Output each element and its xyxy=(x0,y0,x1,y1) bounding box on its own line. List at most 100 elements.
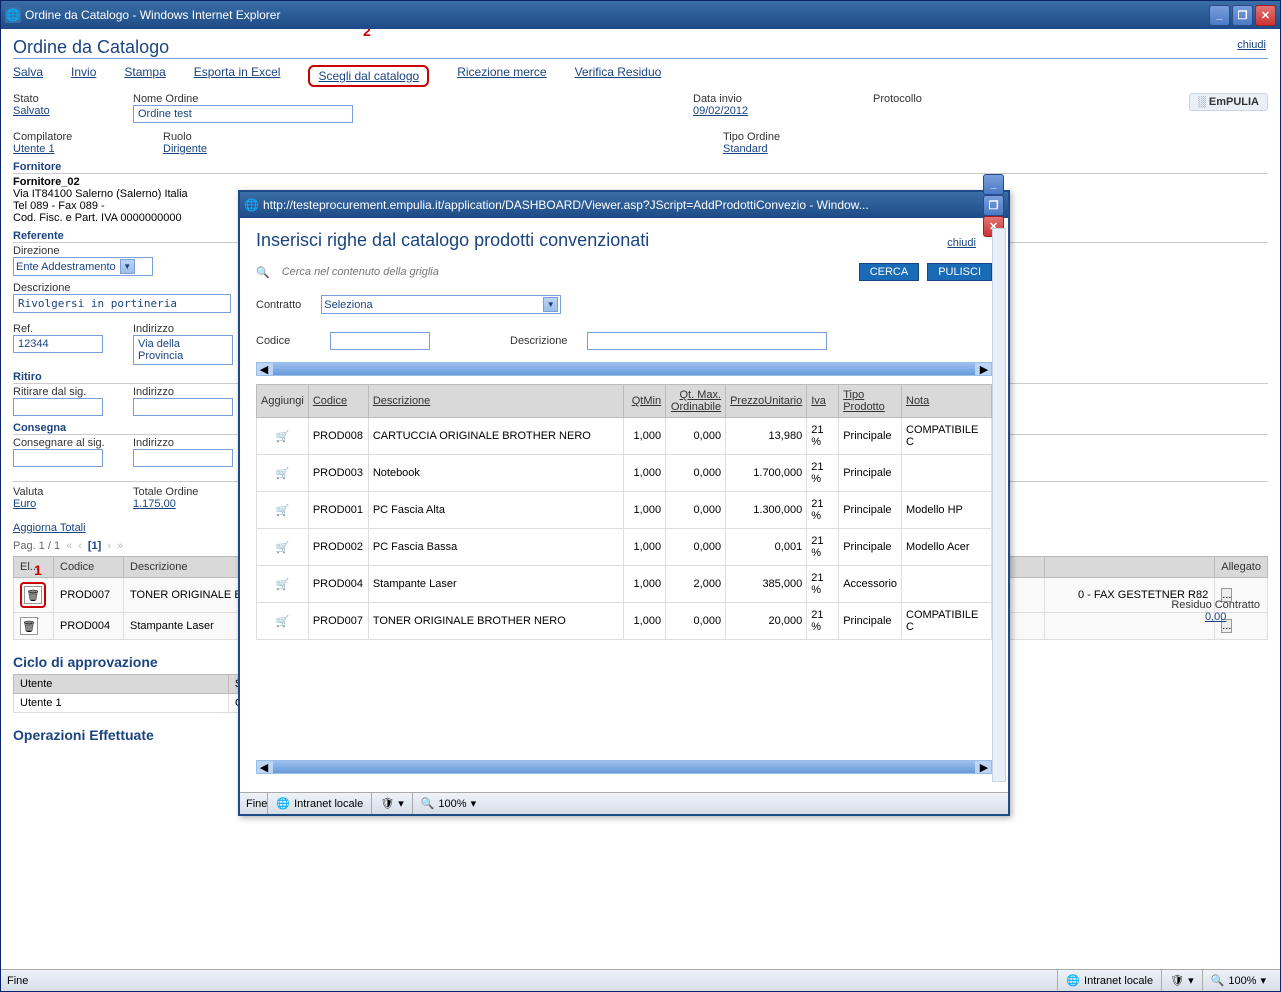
ritiro-indirizzo-label: Indirizzo xyxy=(133,386,233,398)
contratto-select[interactable]: Seleziona ▼ xyxy=(321,295,561,314)
ritirare-input[interactable] xyxy=(13,398,103,416)
popup-hscrollbar-bottom[interactable]: ◀ ▶ xyxy=(256,760,992,774)
cell-iva: 21 % xyxy=(807,529,839,566)
main-statusbar: Fine 🌐 Intranet locale 🛡 ▾ 🔍 100% ▾ xyxy=(1,969,1280,991)
cell-nota: COMPATIBILE C xyxy=(902,603,992,640)
totale-value: 1.175,00 xyxy=(133,498,198,510)
search-input[interactable] xyxy=(278,264,538,280)
descrizione-textarea[interactable]: Rivolgersi in portineria xyxy=(13,294,231,313)
cart-icon[interactable]: 🛒 xyxy=(273,466,291,480)
ritiro-indirizzo-input[interactable] xyxy=(133,398,233,416)
nome-ordine-input[interactable]: Ordine test xyxy=(133,105,353,123)
status-security[interactable]: 🛡 ▾ xyxy=(1161,970,1202,991)
popup-minimize-button[interactable]: _ xyxy=(983,174,1004,195)
ref-input[interactable]: 12344 xyxy=(13,335,103,353)
cart-icon[interactable]: 🛒 xyxy=(273,429,291,443)
cell-prezzo: 1.700,000 xyxy=(726,455,807,492)
pager-last-icon[interactable]: » xyxy=(117,540,123,552)
cell-codice: PROD003 xyxy=(308,455,368,492)
popup-vscrollbar[interactable] xyxy=(992,228,1006,782)
popup-descrizione-label: Descrizione xyxy=(510,335,567,347)
col-prezzo[interactable]: PrezzoUnitario xyxy=(726,385,807,418)
consegna-indirizzo-input[interactable] xyxy=(133,449,233,467)
popup-titlebar: 🌐 http://testeprocurement.empulia.it/app… xyxy=(240,192,1008,218)
totale-label: Totale Ordine xyxy=(133,486,198,498)
cell-codice: PROD001 xyxy=(308,492,368,529)
stampa-link[interactable]: Stampa xyxy=(124,65,165,87)
consegna-indirizzo-label: Indirizzo xyxy=(133,437,233,449)
zoom-icon: 🔍 xyxy=(421,797,435,810)
chevron-down-icon: ▼ xyxy=(120,259,135,274)
cell-descrizione: TONER ORIGINALE BROTHER NERO xyxy=(368,603,623,640)
globe-icon: 🌐 xyxy=(276,797,290,810)
cell-qtmin: 1,000 xyxy=(624,566,666,603)
shield-icon: 🛡 xyxy=(1170,974,1184,987)
cart-icon[interactable]: 🛒 xyxy=(273,540,291,554)
popup-descrizione-input[interactable] xyxy=(587,332,827,350)
verifica-link[interactable]: Verifica Residuo xyxy=(575,65,662,87)
shield-icon: 🛡 xyxy=(380,797,394,810)
close-button[interactable]: ✕ xyxy=(1255,5,1276,26)
trash-icon[interactable]: 🗑 xyxy=(20,617,38,635)
cell-descrizione: PC Fascia Alta xyxy=(368,492,623,529)
popup-status-zoom[interactable]: 🔍 100% ▾ xyxy=(412,793,484,814)
esporta-link[interactable]: Esporta in Excel xyxy=(194,65,281,87)
cell-qtmin: 1,000 xyxy=(624,492,666,529)
cell-codice: PROD002 xyxy=(308,529,368,566)
status-zoom[interactable]: 🔍 100% ▾ xyxy=(1202,970,1274,991)
pager-prev-icon[interactable]: ‹ xyxy=(78,540,82,552)
scegli-catalogo-link[interactable]: Scegli dal catalogo xyxy=(318,69,419,83)
cell-nota: Modello Acer xyxy=(902,529,992,566)
invio-link[interactable]: Invio xyxy=(71,65,96,87)
maximize-button[interactable]: ❐ xyxy=(1232,5,1253,26)
col-qtmax[interactable]: Qt. Max. Ordinabile xyxy=(666,385,726,418)
chiudi-link[interactable]: chiudi xyxy=(1237,39,1266,51)
cell-tipo: Principale xyxy=(839,455,902,492)
consegnare-input[interactable] xyxy=(13,449,103,467)
popup-status-fine: Fine xyxy=(246,798,267,810)
pulisci-button[interactable]: PULISCI xyxy=(927,263,992,281)
col-tipo[interactable]: Tipo Prodotto xyxy=(839,385,902,418)
table-row: 🛒PROD007TONER ORIGINALE BROTHER NERO1,00… xyxy=(257,603,992,640)
cell-descrizione: PC Fascia Bassa xyxy=(368,529,623,566)
cell-utente: Utente 1 xyxy=(14,694,229,713)
col-descrizione[interactable]: Descrizione xyxy=(368,385,623,418)
cart-icon[interactable]: 🛒 xyxy=(273,614,291,628)
cell-nota xyxy=(902,455,992,492)
direzione-select[interactable]: Ente Addestramento ▼ xyxy=(13,257,153,276)
popup-chiudi-link[interactable]: chiudi xyxy=(947,237,976,249)
pager-next-icon[interactable]: › xyxy=(107,540,111,552)
cell-prezzo: 1.300,000 xyxy=(726,492,807,529)
cell-codice: PROD008 xyxy=(308,418,368,455)
col-aggiungi: Aggiungi xyxy=(257,385,309,418)
trash-icon[interactable]: 🗑 xyxy=(24,586,42,604)
pager-text: Pag. 1 / 1 xyxy=(13,540,60,552)
popup-hscrollbar-top[interactable]: ◀ ▶ xyxy=(256,362,992,376)
zoom-icon: 🔍 xyxy=(1211,974,1225,987)
col-nota[interactable]: Nota xyxy=(902,385,992,418)
residuo-value: 0,00 xyxy=(1171,611,1260,623)
popup-status-security[interactable]: 🛡 ▾ xyxy=(371,793,412,814)
cerca-button[interactable]: CERCA xyxy=(859,263,920,281)
minimize-button[interactable]: _ xyxy=(1209,5,1230,26)
indirizzo-input[interactable]: Via della Provincia xyxy=(133,335,233,365)
popup-codice-input[interactable] xyxy=(330,332,430,350)
cart-icon[interactable]: 🛒 xyxy=(273,577,291,591)
popup-window: 🌐 http://testeprocurement.empulia.it/app… xyxy=(238,190,1010,816)
popup-status-intranet: 🌐 Intranet locale xyxy=(267,793,371,814)
col-codice[interactable]: Codice xyxy=(308,385,368,418)
col-iva[interactable]: Iva xyxy=(807,385,839,418)
aggiorna-totali-link[interactable]: Aggiorna Totali xyxy=(13,522,86,534)
col-qtmin[interactable]: QtMin xyxy=(624,385,666,418)
pager-first-icon[interactable]: « xyxy=(66,540,72,552)
cell-qtmax: 0,000 xyxy=(666,492,726,529)
ricezione-link[interactable]: Ricezione merce xyxy=(457,65,546,87)
compilatore-value: Utente 1 xyxy=(13,143,163,155)
tipo-ordine-value: Standard xyxy=(723,143,780,155)
popup-maximize-button[interactable]: ❐ xyxy=(983,195,1004,216)
search-icon: 🔍 xyxy=(256,266,270,279)
cell-descrizione: CARTUCCIA ORIGINALE BROTHER NERO xyxy=(368,418,623,455)
cart-icon[interactable]: 🛒 xyxy=(273,503,291,517)
popup-heading: Inserisci righe dal catalogo prodotti co… xyxy=(256,230,649,251)
salva-link[interactable]: Salva xyxy=(13,65,43,87)
